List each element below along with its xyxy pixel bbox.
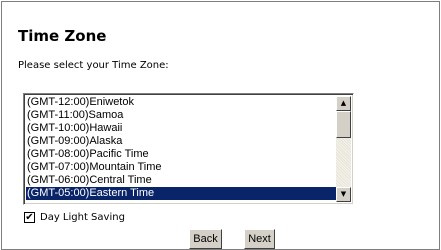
wizard-frame: Time Zone Please select your Time Zone: … xyxy=(1,1,440,250)
timezone-option[interactable]: (GMT-06:00)Central Time xyxy=(26,174,337,187)
timezone-option[interactable]: (GMT-11:00)Samoa xyxy=(26,109,337,122)
daylight-saving-label[interactable]: Day Light Saving xyxy=(40,212,125,223)
triangle-up-icon: ▲ xyxy=(340,99,347,107)
scroll-thumb[interactable] xyxy=(336,111,351,138)
scroll-down-button[interactable]: ▼ xyxy=(336,187,351,202)
timezone-option[interactable]: (GMT-12:00)Eniwetok xyxy=(26,96,337,109)
timezone-option[interactable]: (GMT-09:00)Alaska xyxy=(26,135,337,148)
timezone-option[interactable]: (GMT-07:00)Mountain Time xyxy=(26,161,337,174)
next-button[interactable]: Next xyxy=(244,229,275,249)
scroll-up-button[interactable]: ▲ xyxy=(336,96,351,111)
timezone-option-selected[interactable]: (GMT-05:00)Eastern Time xyxy=(26,187,337,200)
back-button[interactable]: Back xyxy=(189,229,222,249)
timezone-prompt: Please select your Time Zone: xyxy=(18,60,169,71)
check-mark-icon: ✔ xyxy=(25,211,34,223)
timezone-options: (GMT-12:00)Eniwetok (GMT-11:00)Samoa (GM… xyxy=(26,96,337,200)
daylight-saving-row: ✔ Day Light Saving xyxy=(24,210,125,224)
triangle-down-icon: ▼ xyxy=(340,190,347,198)
timezone-option[interactable]: (GMT-10:00)Hawaii xyxy=(26,122,337,135)
daylight-saving-checkbox[interactable]: ✔ xyxy=(24,211,35,223)
page-title: Time Zone xyxy=(18,27,107,45)
timezone-listbox[interactable]: (GMT-12:00)Eniwetok (GMT-11:00)Samoa (GM… xyxy=(23,93,354,205)
timezone-option[interactable]: (GMT-08:00)Pacific Time xyxy=(26,148,337,161)
listbox-scrollbar[interactable]: ▲ ▼ xyxy=(336,96,351,202)
